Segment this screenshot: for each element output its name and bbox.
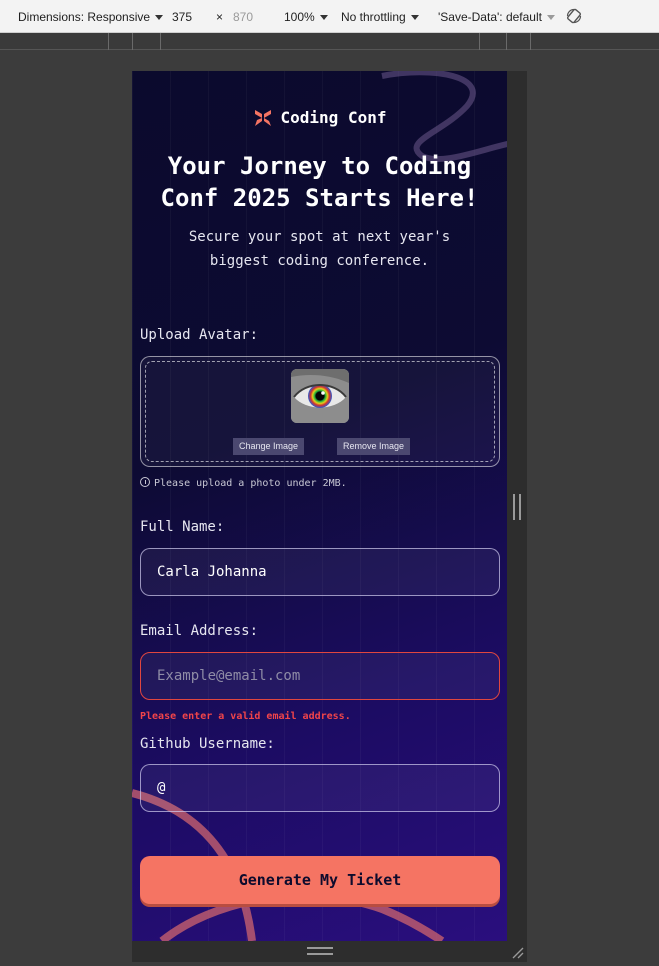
email-input[interactable] xyxy=(140,652,500,700)
resize-corner-icon xyxy=(512,947,524,959)
ruler-tick xyxy=(506,33,507,50)
eye-image xyxy=(291,369,349,423)
ruler-tick xyxy=(108,33,109,50)
grip-icon xyxy=(513,494,521,520)
throttling-dropdown[interactable]: No throttling xyxy=(341,10,419,24)
dimensions-dropdown[interactable]: Dimensions: Responsive xyxy=(18,10,164,24)
resize-handle-bottom[interactable] xyxy=(132,941,507,962)
full-name-label: Full Name: xyxy=(140,519,225,535)
zoom-dropdown[interactable]: 100% xyxy=(284,10,328,24)
height-input[interactable]: 870 xyxy=(233,10,253,24)
generate-ticket-button[interactable]: Generate My Ticket xyxy=(140,856,500,904)
ruler-tick xyxy=(479,33,480,50)
email-error-message: Please enter a valid email address. xyxy=(140,711,351,722)
rotate-icon[interactable] xyxy=(565,7,583,25)
avatar-hint-text: Please upload a photo under 2MB. xyxy=(154,478,347,489)
avatar-dropzone[interactable]: Change Image Remove Image xyxy=(140,356,500,467)
page-viewport: Coding Conf Your Jorney to Coding Conf 2… xyxy=(132,71,507,941)
media-query-ruler xyxy=(0,33,659,50)
email-label: Email Address: xyxy=(140,623,259,639)
code-logo-icon xyxy=(254,109,271,126)
grip-icon xyxy=(307,947,333,955)
chevron-down-icon xyxy=(319,15,328,21)
github-input[interactable] xyxy=(140,764,500,812)
resize-handle-right[interactable] xyxy=(507,71,527,941)
times-symbol: × xyxy=(216,10,224,24)
resize-handle-corner[interactable] xyxy=(507,941,527,962)
ruler-tick xyxy=(530,33,531,50)
info-icon xyxy=(140,477,150,487)
full-name-input[interactable] xyxy=(140,548,500,596)
dimensions-label: Dimensions: Responsive xyxy=(18,10,151,24)
devtools-toolbar: Dimensions: Responsive 375 × 870 100% No… xyxy=(0,0,659,33)
chevron-down-icon xyxy=(410,15,419,21)
page-subtitle: Secure your spot at next year's biggest … xyxy=(188,229,451,269)
chevron-down-icon xyxy=(155,15,164,21)
throttling-label: No throttling xyxy=(341,10,406,24)
logo: Coding Conf xyxy=(132,107,507,128)
zoom-label: 100% xyxy=(284,10,315,24)
page-title: Your Jorney to Coding Conf 2025 Starts H… xyxy=(160,152,479,212)
change-image-button[interactable]: Change Image xyxy=(233,438,305,455)
avatar-preview xyxy=(291,369,349,423)
width-input[interactable]: 375 xyxy=(172,10,192,24)
chevron-down-icon xyxy=(546,15,555,21)
avatar-label: Upload Avatar: xyxy=(140,327,259,343)
ruler-tick xyxy=(160,33,161,50)
remove-image-button[interactable]: Remove Image xyxy=(337,438,411,455)
logo-text: Coding Conf xyxy=(280,108,387,127)
save-data-dropdown[interactable]: 'Save-Data': default xyxy=(438,10,555,24)
github-label: Github Username: xyxy=(140,736,275,752)
save-data-label: 'Save-Data': default xyxy=(438,10,542,24)
avatar-hint: Please upload a photo under 2MB. xyxy=(140,477,347,489)
ruler-tick xyxy=(132,33,133,50)
